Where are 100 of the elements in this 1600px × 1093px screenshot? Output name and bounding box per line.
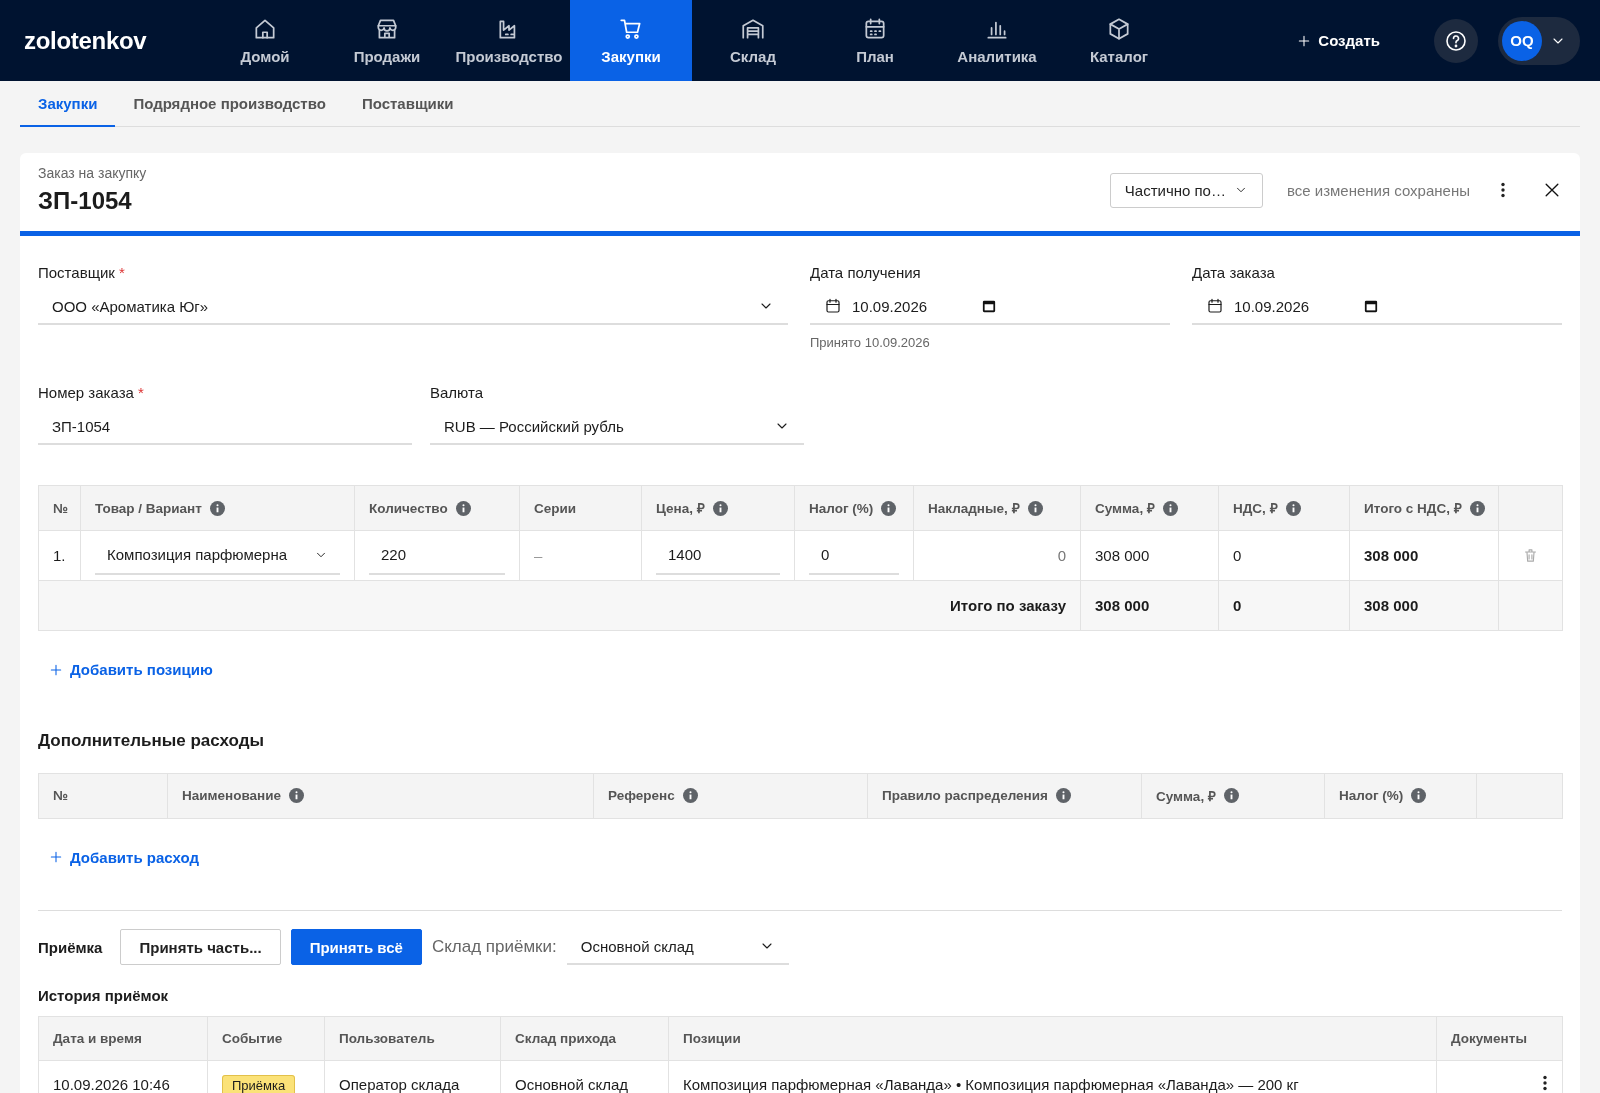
plus-icon — [48, 849, 64, 865]
account-menu[interactable]: OQ — [1498, 16, 1580, 65]
sub-tab[interactable]: Поставщики — [343, 81, 472, 127]
total-value: 308 000 — [1095, 597, 1150, 614]
order-subtitle: Заказ на закупку — [38, 165, 147, 181]
total-label: Итого по заказу — [950, 597, 1066, 614]
column-header: Количество — [369, 500, 448, 516]
section-title: Дополнительные расходы — [38, 730, 265, 751]
info-icon[interactable] — [712, 500, 728, 516]
date-field[interactable]: 10.09.2026 — [810, 289, 1170, 325]
field-label: Склад приёмки: — [431, 937, 557, 957]
warehouse-select[interactable]: Основной склад — [566, 929, 789, 965]
nav-tab[interactable]: Продажи — [326, 0, 448, 81]
save-status: все изменения сохранены — [1286, 181, 1470, 199]
order-title: ЗП-1054 — [38, 187, 133, 215]
column-header: НДС, ₽ — [1233, 500, 1278, 517]
nav-tab[interactable]: Склад — [692, 0, 814, 81]
nav-tab[interactable]: Каталог — [1058, 0, 1180, 81]
help-icon — [1444, 28, 1468, 53]
field-label: Дата заказа — [1192, 264, 1275, 281]
add-item-link[interactable]: Добавить позицию — [38, 661, 223, 678]
column-header: Итого с НДС, ₽ — [1364, 500, 1462, 517]
more-icon[interactable] — [1500, 182, 1506, 198]
column-header: Позиции — [683, 1031, 741, 1046]
table-cell: 0 — [1233, 547, 1242, 564]
required-asterisk: * — [138, 384, 144, 401]
info-icon[interactable] — [881, 500, 897, 516]
table-cell: 10.09.2026 10:46 — [53, 1076, 170, 1093]
column-header: Сумма, ₽ — [1156, 787, 1216, 805]
calendar-icon — [824, 297, 842, 315]
avatar: OQ — [1502, 20, 1542, 61]
sub-tab[interactable]: Закупки — [20, 81, 116, 127]
info-icon[interactable] — [1411, 788, 1427, 803]
receive-button[interactable]: Принять часть... — [120, 929, 281, 965]
info-icon[interactable] — [455, 500, 471, 516]
more-icon[interactable] — [1542, 1075, 1548, 1091]
required-asterisk: * — [119, 264, 125, 281]
cube-icon — [1106, 16, 1132, 42]
nav-tab[interactable]: Закупки — [570, 0, 692, 81]
hint-text: Принято 10.09.2026 — [810, 335, 931, 350]
storefront-icon — [374, 16, 400, 42]
total-value: 0 — [1233, 597, 1242, 614]
nav-tab[interactable]: Производство — [448, 0, 570, 81]
column-header: Сумма, ₽ — [1095, 500, 1155, 517]
info-icon[interactable] — [1027, 500, 1043, 516]
table-cell: Композиция парфюмерная «Лаванда» • Композиция парфюмерная «Лаванда» — 200 кг — [683, 1076, 1299, 1093]
column-header: Цена, ₽ — [656, 500, 705, 517]
total-value: 308 000 — [1364, 597, 1419, 614]
date-field[interactable]: 10.09.2026 — [1192, 289, 1562, 325]
table-cell: Оператор склада — [339, 1076, 460, 1093]
column-header: Товар / Вариант — [95, 500, 202, 516]
input-field[interactable]: ЗП-1054 — [38, 409, 412, 445]
nav-tab[interactable]: Домой — [204, 0, 326, 81]
info-icon[interactable] — [1285, 500, 1301, 516]
section-title: История приёмок — [38, 987, 170, 1004]
help-button[interactable] — [1434, 18, 1478, 63]
column-header: № — [53, 500, 69, 516]
status-dropdown[interactable]: Частично по… — [1109, 172, 1263, 208]
column-header: № — [53, 788, 69, 803]
nav-tab[interactable]: Аналитика — [936, 0, 1058, 81]
table-cell: 308 000 — [1095, 547, 1150, 564]
nav-tab[interactable]: План — [814, 0, 936, 81]
info-icon[interactable] — [1162, 500, 1178, 516]
trash-icon — [1522, 547, 1539, 564]
select-field[interactable]: RUB — Российский рубль — [430, 409, 804, 445]
info-icon[interactable] — [682, 788, 698, 803]
column-header: Документы — [1451, 1031, 1527, 1046]
field-label: Дата получения — [810, 264, 921, 281]
field-label: Поставщик — [38, 264, 115, 281]
column-header: Референс — [608, 788, 675, 803]
column-header: Накладные, ₽ — [928, 500, 1020, 517]
calendar-icon — [1206, 297, 1224, 315]
receive-button[interactable]: Принять всё — [290, 929, 422, 965]
logo: zolotenkov — [23, 26, 148, 55]
create-button[interactable]: Создать — [1290, 31, 1386, 50]
info-icon[interactable] — [289, 788, 305, 803]
table-cell: 308 000 — [1364, 547, 1419, 564]
calendar-icon[interactable] — [982, 299, 996, 313]
sub-tab[interactable]: Подрядное производство — [115, 81, 344, 127]
info-icon[interactable] — [1223, 788, 1239, 803]
section-label: Приёмка — [38, 938, 103, 956]
info-icon[interactable] — [1055, 788, 1071, 803]
column-header: Налог (%) — [1339, 788, 1404, 803]
select-field[interactable]: ООО «Ароматика Юг» — [38, 289, 788, 325]
column-header: Событие — [222, 1031, 283, 1046]
event-badge: Приёмка — [222, 1075, 296, 1093]
field-label: Номер заказа — [38, 384, 134, 401]
column-header: Пользователь — [339, 1031, 435, 1046]
info-icon[interactable] — [209, 500, 225, 516]
calendar-icon[interactable] — [1364, 299, 1378, 313]
table-cell: 1. — [53, 547, 66, 564]
column-header: Правило распределения — [882, 788, 1048, 803]
field-label: Валюта — [430, 384, 484, 401]
calendar-icon — [862, 16, 888, 42]
column-header: Склад прихода — [515, 1031, 617, 1046]
info-icon[interactable] — [1469, 500, 1485, 516]
add-expense-link[interactable]: Добавить расход — [38, 848, 209, 866]
table-cell: Основной склад — [515, 1076, 628, 1093]
table-cell: 0 — [1057, 547, 1066, 564]
table-cell: – — [534, 547, 543, 564]
